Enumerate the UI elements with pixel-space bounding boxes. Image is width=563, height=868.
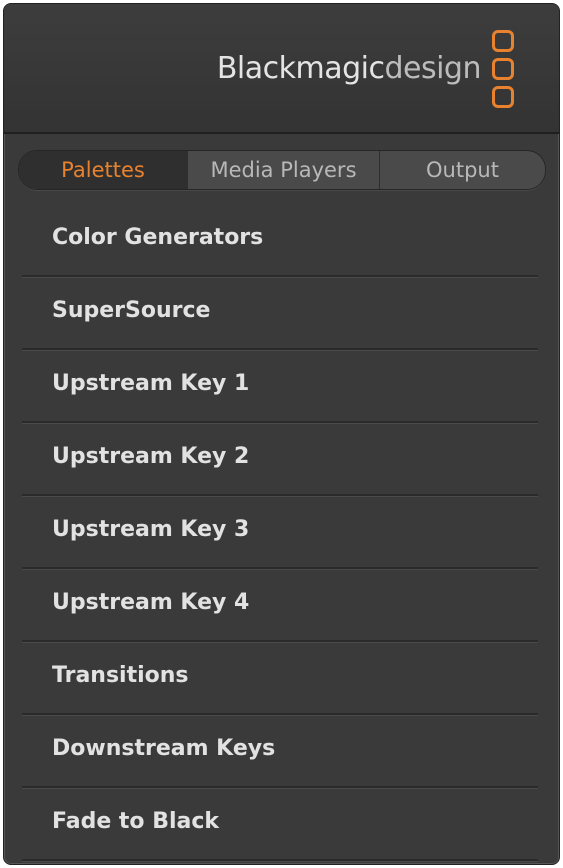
palette-item-label: Upstream Key 3 — [52, 517, 250, 542]
palette-item-label: Upstream Key 2 — [52, 444, 250, 469]
tab-bar: Palettes Media Players Output — [18, 150, 546, 190]
palette-item-transitions[interactable]: Transitions — [22, 642, 538, 715]
palette-item-label: Upstream Key 4 — [52, 590, 250, 615]
palette-item-supersource[interactable]: SuperSource — [22, 277, 538, 350]
tab-output[interactable]: Output — [379, 151, 545, 189]
palette-item-label: Color Generators — [52, 225, 264, 250]
brand-name-light: design — [384, 51, 481, 86]
palette-item-downstream-keys[interactable]: Downstream Keys — [22, 715, 538, 788]
panel-header: Blackmagicdesign — [4, 4, 559, 134]
palette-item-upstream-key-2[interactable]: Upstream Key 2 — [22, 423, 538, 496]
palette-item-label: Fade to Black — [52, 809, 220, 834]
palette-panel: Blackmagicdesign Palettes Media Players … — [3, 3, 560, 865]
brand-logo-text: Blackmagicdesign — [216, 51, 482, 86]
palette-item-label: SuperSource — [52, 298, 211, 323]
tab-media-players[interactable]: Media Players — [187, 151, 379, 189]
logo-square-icon — [492, 58, 514, 80]
logo-square-icon — [492, 86, 514, 108]
palette-item-upstream-key-3[interactable]: Upstream Key 3 — [22, 496, 538, 569]
palette-item-label: Upstream Key 1 — [52, 371, 250, 396]
palette-item-upstream-key-1[interactable]: Upstream Key 1 — [22, 350, 538, 423]
palette-item-color-generators[interactable]: Color Generators — [22, 204, 538, 277]
palette-item-label: Downstream Keys — [52, 736, 276, 761]
brand-logo-icon — [492, 30, 518, 108]
palette-item-fade-to-black[interactable]: Fade to Black — [22, 788, 538, 861]
logo-square-icon — [492, 30, 514, 52]
brand-name-bold: Blackmagic — [216, 51, 385, 86]
palette-item-label: Transitions — [52, 663, 189, 688]
palette-item-upstream-key-4[interactable]: Upstream Key 4 — [22, 569, 538, 642]
tab-palettes[interactable]: Palettes — [19, 151, 187, 189]
palette-list: Color Generators SuperSource Upstream Ke… — [22, 204, 538, 861]
